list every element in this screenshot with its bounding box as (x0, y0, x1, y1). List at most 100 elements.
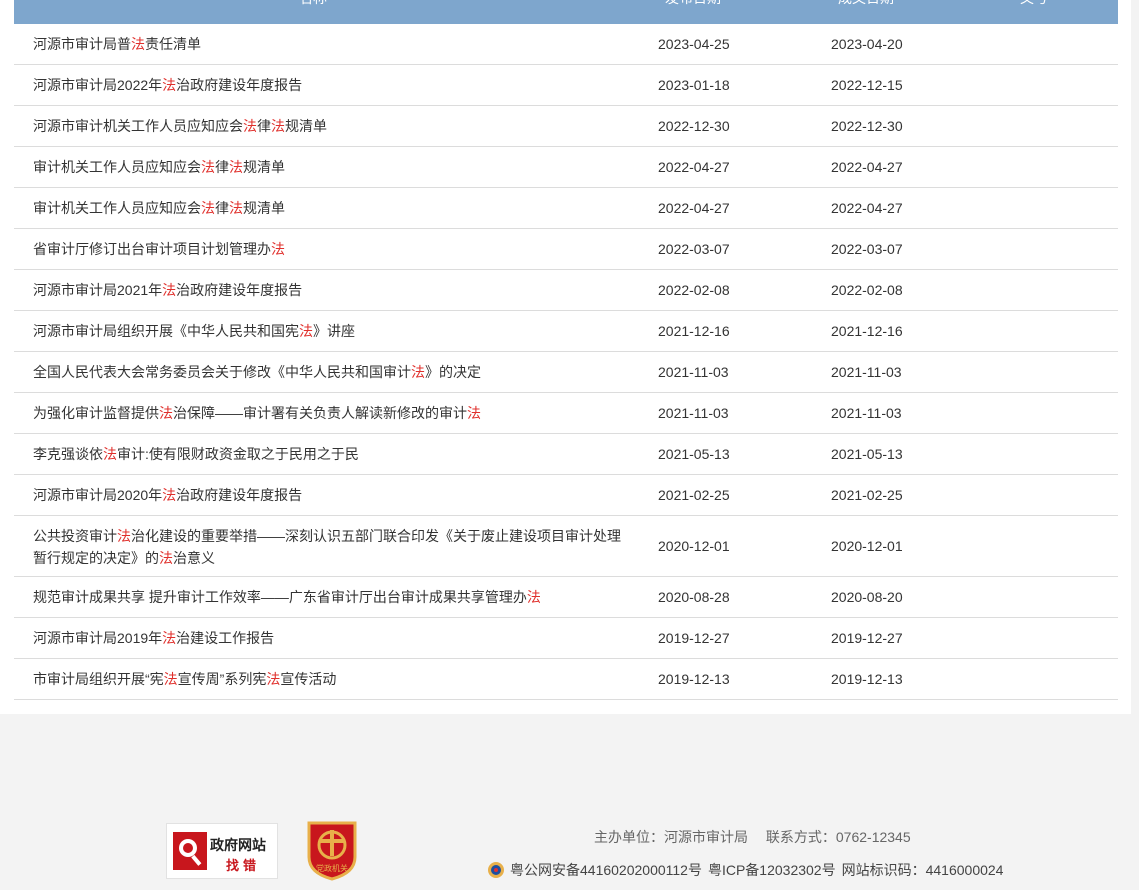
written-date: 2021-05-13 (831, 446, 903, 462)
title-text: 规范审计成果共享 提升审计工作效率——广东省审计厅出台审计成果共享管理办 (33, 589, 527, 605)
written-date: 2019-12-27 (831, 630, 903, 646)
table-row: 市审计局组织开展“宪法宣传周”系列宪法宣传活动 2019-12-13 2019-12… (14, 659, 1118, 700)
title-text: 宣传周”系列宪 (177, 671, 267, 687)
table-row: 审计机关工作人员应知应会法律法规清单 2022-04-27 2022-04-27 (14, 147, 1118, 188)
contact-text: 联系方式：0762-12345 (765, 829, 911, 845)
keyword-highlight: 法 (229, 159, 243, 175)
title-text: 规清单 (285, 118, 327, 134)
keyword-highlight: 法 (103, 446, 117, 462)
written-date: 2022-02-08 (831, 282, 903, 298)
written-date: 2022-12-15 (831, 77, 903, 93)
title-text: 治意义 (173, 550, 215, 566)
title-text: 审计:使有限财政资金取之于民用之于民 (117, 446, 359, 462)
written-date: 2023-04-20 (831, 36, 903, 52)
publish-date: 2022-02-08 (658, 282, 730, 298)
document-title-link[interactable]: 河源市审计局组织开展《中华人民共和国宪法》讲座 (33, 320, 623, 342)
title-text: 审计机关工作人员应知应会 (33, 200, 201, 216)
keyword-highlight: 法 (162, 77, 177, 93)
keyword-highlight: 法 (201, 200, 215, 216)
publish-date: 2021-02-25 (658, 487, 730, 503)
document-title-link[interactable]: 省审计厅修订出台审计项目计划管理办法 (33, 238, 623, 260)
title-text: 河源市审计局普 (33, 36, 131, 52)
title-text: 市审计局组织开展“宪 (33, 671, 164, 687)
keyword-highlight: 法 (299, 323, 313, 339)
title-text: 公共投资审计 (33, 528, 117, 544)
title-text: 规清单 (243, 200, 285, 216)
table-row: 河源市审计局组织开展《中华人民共和国宪法》讲座 2021-12-16 2021-12… (14, 311, 1118, 352)
written-date: 2022-04-27 (831, 159, 903, 175)
publish-date: 2019-12-27 (658, 630, 730, 646)
document-title-link[interactable]: 河源市审计局2021年法治政府建设年度报告 (33, 279, 623, 301)
keyword-highlight: 法 (162, 487, 177, 503)
document-title-link[interactable]: 公共投资审计法治化建设的重要举措——深刻认识五部门联合印发《关于废止建设项目审计… (33, 525, 623, 569)
publish-date: 2022-12-30 (658, 118, 730, 134)
publish-date: 2021-05-13 (658, 446, 730, 462)
table-row: 河源市审计局普法责任清单 2023-04-25 2023-04-20 (14, 24, 1118, 65)
document-title-link[interactable]: 市审计局组织开展“宪法宣传周”系列宪法宣传活动 (33, 668, 623, 690)
title-text: 律 (215, 159, 229, 175)
written-date: 2022-04-27 (831, 200, 903, 216)
keyword-highlight: 法 (229, 200, 243, 216)
document-title-link[interactable]: 河源市审计局2022年法治政府建设年度报告 (33, 74, 623, 96)
title-text: 河源市审计局2020年 (33, 487, 163, 503)
document-title-link[interactable]: 为强化审计监督提供法治保障——审计署有关负责人解读新修改的审计法 (33, 402, 623, 424)
written-date: 2021-11-03 (831, 364, 902, 380)
document-title-link[interactable]: 河源市审计机关工作人员应知应会法律法规清单 (33, 115, 623, 137)
title-text: 河源市审计局2019年 (33, 630, 163, 646)
keyword-highlight: 法 (271, 118, 285, 134)
keyword-highlight: 法 (131, 36, 145, 52)
title-text: 治政府建设年度报告 (176, 77, 303, 93)
publish-date: 2022-04-27 (658, 159, 730, 175)
police-record-link[interactable]: 粤公网安备44160202000112号 (510, 860, 702, 880)
document-title-link[interactable]: 河源市审计局普法责任清单 (33, 33, 623, 55)
written-date: 2021-02-25 (831, 487, 903, 503)
table-row: 李克强谈依法审计:使有限财政资金取之于民用之于民 2021-05-13 2021-0… (14, 434, 1118, 475)
title-text: 河源市审计局2021年 (33, 282, 163, 298)
document-title-link[interactable]: 全国人民代表大会常务委员会关于修改《中华人民共和国审计法》的决定 (33, 361, 623, 383)
icp-record-link[interactable]: 粤ICP备12032302号 (708, 860, 836, 880)
publish-date: 2019-12-13 (658, 671, 730, 687)
keyword-highlight: 法 (163, 671, 178, 687)
title-text: 李克强谈依 (33, 446, 103, 462)
document-title-link[interactable]: 河源市审计局2019年法治建设工作报告 (33, 627, 623, 649)
footer: 政府网站 找错 党政机关 主办单位：河源市审计局 联系方式：0762-12345… (0, 778, 1139, 890)
gov-site-error-report-badge[interactable]: 政府网站 找错 (166, 823, 278, 879)
title-text: 河源市审计机关工作人员应知应会 (33, 118, 243, 134)
document-title-link[interactable]: 规范审计成果共享 提升审计工作效率——广东省审计厅出台审计成果共享管理办法 (33, 586, 623, 608)
title-text: 宣传活动 (280, 671, 337, 687)
title-text: 律 (257, 118, 271, 134)
document-title-link[interactable]: 河源市审计局2020年法治政府建设年度报告 (33, 484, 623, 506)
keyword-highlight: 法 (467, 405, 481, 421)
title-text: 规清单 (243, 159, 285, 175)
document-title-link[interactable]: 李克强谈依法审计:使有限财政资金取之于民用之于民 (33, 443, 623, 465)
table-header: 名称 发布日期 成文日期 文号 (14, 0, 1118, 24)
table-row: 审计机关工作人员应知应会法律法规清单 2022-04-27 2022-04-27 (14, 188, 1118, 229)
document-list: 河源市审计局普法责任清单 2023-04-25 2023-04-20 河源市审计局20… (14, 24, 1118, 700)
written-date: 2022-03-07 (831, 241, 903, 257)
table-row: 省审计厅修订出台审计项目计划管理办法 2022-03-07 2022-03-07 (14, 229, 1118, 270)
table-row: 河源市审计局2019年法治建设工作报告 2019-12-27 2019-12-27 (14, 618, 1118, 659)
written-date: 2021-11-03 (831, 405, 902, 421)
publish-date: 2021-12-16 (658, 323, 730, 339)
written-date: 2020-08-20 (831, 589, 903, 605)
document-title-link[interactable]: 审计机关工作人员应知应会法律法规清单 (33, 197, 623, 219)
keyword-highlight: 法 (159, 550, 173, 566)
publish-date: 2021-11-03 (658, 364, 729, 380)
keyword-highlight: 法 (162, 630, 177, 646)
title-text: 》讲座 (313, 323, 355, 339)
party-gov-badge[interactable]: 党政机关 (305, 819, 359, 886)
title-text: 全国人民代表大会常务委员会关于修改《中华人民共和国审计 (33, 364, 411, 380)
document-title-link[interactable]: 审计机关工作人员应知应会法律法规清单 (33, 156, 623, 178)
title-text: 》的决定 (425, 364, 481, 380)
footer-info-line: 主办单位：河源市审计局 联系方式：0762-12345 (594, 827, 911, 847)
table-row: 河源市审计局2022年法治政府建设年度报告 2023-01-18 2022-12-1… (14, 65, 1118, 106)
title-text: 律 (215, 200, 229, 216)
keyword-highlight: 法 (266, 671, 281, 687)
keyword-highlight: 法 (159, 405, 173, 421)
title-text: 河源市审计局2022年 (33, 77, 163, 93)
title-text: 治保障——审计署有关负责人解读新修改的审计 (173, 405, 467, 421)
table-row: 全国人民代表大会常务委员会关于修改《中华人民共和国审计法》的决定 2021-11-… (14, 352, 1118, 393)
title-text: 审计机关工作人员应知应会 (33, 159, 201, 175)
sponsor-text: 主办单位：河源市审计局 (594, 829, 748, 845)
keyword-highlight: 法 (271, 241, 285, 257)
